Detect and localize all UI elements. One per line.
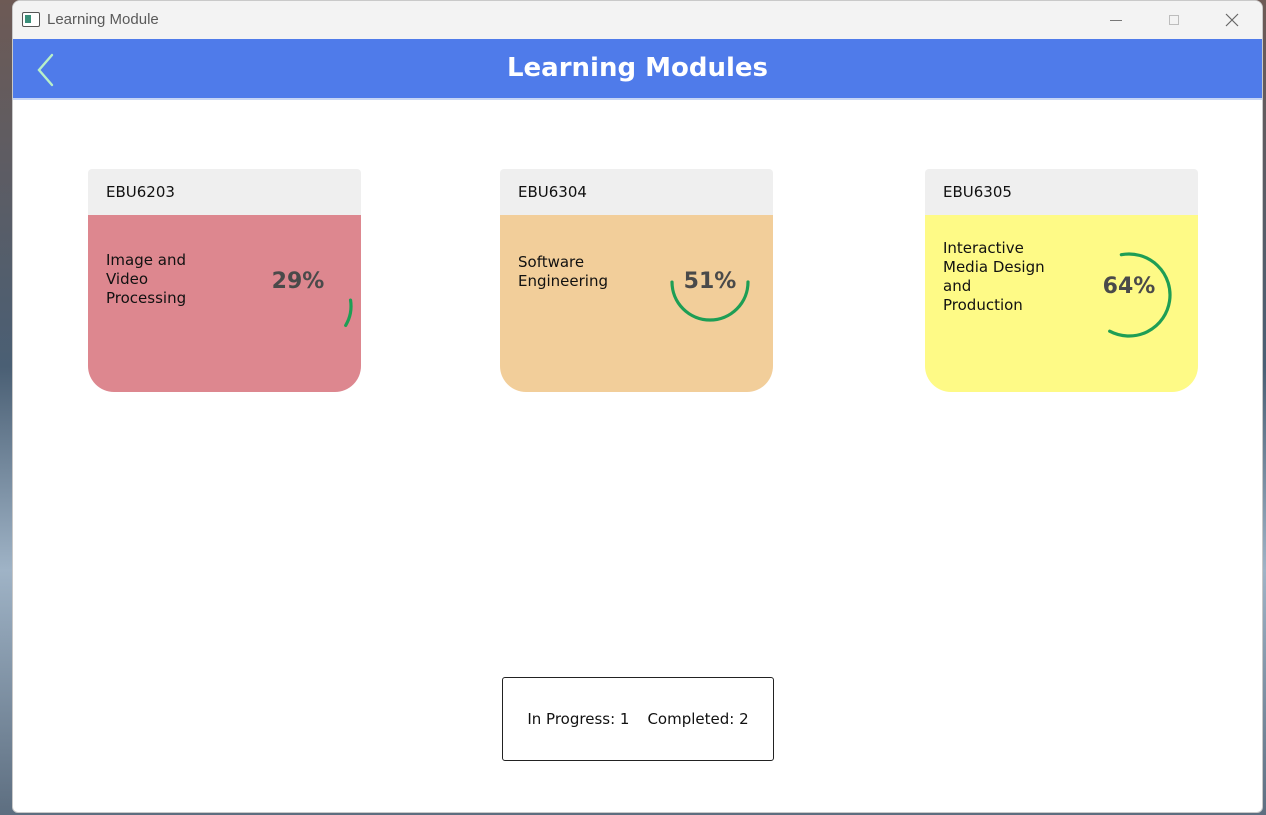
maximize-button[interactable] [1145,1,1203,39]
module-name: Software Engineering [518,253,608,290]
window-title: Learning Module [47,11,159,28]
module-card-ebu6304[interactable]: EBU6304 Software Engineering 51% [500,169,773,392]
title-bar: Learning Module [13,1,1262,39]
module-code: EBU6203 [88,169,361,215]
module-code: EBU6305 [925,169,1198,215]
maximize-icon [1169,15,1179,25]
close-button[interactable] [1203,1,1261,39]
in-progress-count: In Progress: 1 [527,710,630,728]
module-code: EBU6304 [500,169,773,215]
module-card-body: Software Engineering 51% [500,215,773,392]
module-card-body: Image and Video Processing 29% [88,215,361,392]
module-name: Image and Video Processing [106,251,187,307]
page-title: Learning Modules [506,53,769,83]
minimize-icon [1110,19,1122,21]
completed-count: Completed: 2 [647,710,749,728]
progress-arc [344,298,353,327]
progress-percent: 51% [683,269,737,294]
module-card-ebu6305[interactable]: EBU6305 Interactive Media Design and Pro… [925,169,1198,392]
header-bar: Learning Modules [13,39,1262,100]
app-icon [22,12,40,27]
progress-percent: 29% [271,269,325,294]
progress-percent: 64% [1102,274,1156,299]
module-card-body: Interactive Media Design and Production … [925,215,1198,392]
module-card-ebu6203[interactable]: EBU6203 Image and Video Processing 29% [88,169,361,392]
close-icon [1225,13,1239,27]
module-name: Interactive Media Design and Production [943,239,1045,314]
progress-summary: In Progress: 1 Completed: 2 [502,677,774,761]
app-window: Learning Module Learning Modules EBU6203… [12,0,1263,813]
minimize-button[interactable] [1087,1,1145,39]
